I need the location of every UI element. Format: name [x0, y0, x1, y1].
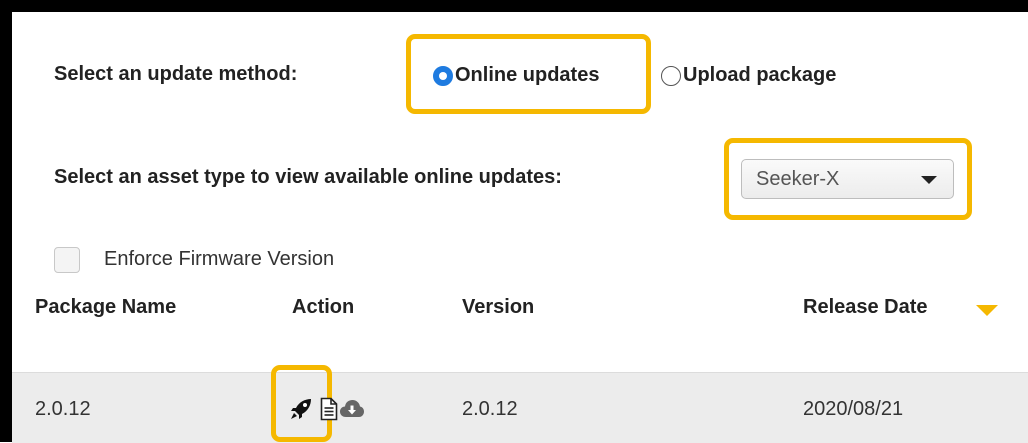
- asset-type-value: Seeker-X: [756, 167, 840, 190]
- window-frame-top: [0, 0, 1028, 12]
- radio-online-updates[interactable]: Online updates: [433, 64, 599, 87]
- cell-version: 2.0.12: [462, 398, 518, 420]
- enforce-firmware-label: Enforce Firmware Version: [104, 248, 335, 270]
- cloud-download-icon[interactable]: [339, 398, 365, 418]
- enforce-firmware-checkbox[interactable]: [54, 247, 80, 273]
- column-header-release-date[interactable]: Release Date: [803, 296, 928, 319]
- radio-upload-package-label: Upload package: [683, 64, 837, 86]
- sort-descending-icon[interactable]: [976, 305, 998, 316]
- column-header-package-name[interactable]: Package Name: [35, 296, 176, 319]
- document-icon[interactable]: [320, 397, 338, 421]
- radio-online-updates-label: Online updates: [455, 64, 600, 86]
- radio-upload-package[interactable]: Upload package: [661, 64, 836, 87]
- radio-selected-icon[interactable]: [433, 65, 453, 86]
- window-frame-left: [0, 0, 12, 442]
- cell-release-date: 2020/08/21: [803, 398, 904, 420]
- cell-package-name: 2.0.12: [35, 398, 91, 420]
- radio-unselected-icon[interactable]: [661, 65, 681, 86]
- rocket-icon[interactable]: [289, 397, 313, 421]
- chevron-down-icon: [921, 176, 937, 184]
- update-method-label: Select an update method:: [54, 63, 298, 85]
- column-header-version[interactable]: Version: [462, 296, 534, 319]
- asset-type-label: Select an asset type to view available o…: [54, 166, 562, 188]
- column-header-action[interactable]: Action: [292, 296, 354, 319]
- asset-type-select[interactable]: Seeker-X: [741, 159, 954, 199]
